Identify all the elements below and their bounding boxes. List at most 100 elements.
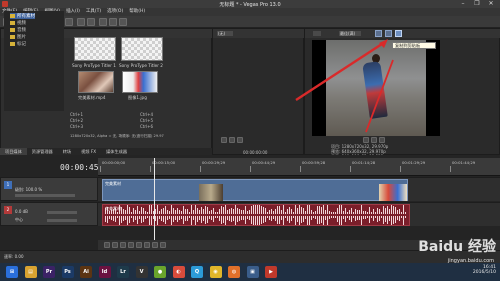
paste-icon[interactable] [65, 18, 73, 26]
waveform-bar [121, 216, 122, 223]
waveform-bar [249, 210, 250, 214]
undo-icon[interactable] [77, 18, 85, 26]
timeline-ruler[interactable]: 00:00:00;00 00:00:15;00 00:00:29;29 00:0… [98, 158, 500, 176]
menu-bar: 文件(F) 编辑(E) 视图(V) 插入(I) 工具(T) 选项(O) 帮助(H… [0, 8, 500, 16]
video-level-slider[interactable] [15, 194, 75, 197]
tree-item-markers[interactable]: 标记 [10, 41, 26, 47]
track-number: 2 [4, 206, 12, 214]
waveform-bar [229, 216, 230, 221]
waveform-bar [329, 211, 330, 214]
video-track-header[interactable]: 1 级别: 100.0 % [0, 177, 98, 201]
playhead-cursor[interactable] [154, 158, 155, 240]
premiere-icon[interactable]: Pr [43, 266, 55, 278]
go-to-start-icon[interactable] [152, 242, 158, 248]
waveform-bar [273, 216, 274, 219]
waveform-bar [359, 210, 360, 214]
qq-icon[interactable]: Q [191, 266, 203, 278]
waveform-bar [275, 216, 276, 221]
preview-stop-icon[interactable] [379, 137, 385, 143]
tab-video-fx[interactable]: 视频 FX [76, 148, 101, 155]
go-to-end-icon[interactable] [160, 242, 166, 248]
audio-pan-slider[interactable] [47, 219, 77, 222]
waveform-bar [313, 216, 314, 218]
help-icon[interactable] [119, 18, 127, 26]
tab-transitions[interactable]: 转场 [58, 148, 76, 155]
menu-insert[interactable]: 插入(I) [66, 8, 80, 16]
app-icon[interactable]: ● [154, 266, 166, 278]
illustrator-icon[interactable]: Ai [80, 266, 92, 278]
waveform-bar [167, 216, 168, 220]
tree-item-images[interactable]: 图片 [10, 34, 26, 40]
video-track-body: 完美素材 [98, 177, 500, 201]
media-thumb-titler2[interactable] [121, 37, 163, 61]
pause-icon[interactable] [136, 242, 142, 248]
waveform-bar [277, 206, 278, 214]
menu-tools[interactable]: 工具(T) [86, 8, 101, 16]
edit-tool-icon[interactable] [99, 18, 107, 26]
ruler-tick [100, 166, 101, 172]
waveform-bar [161, 209, 162, 214]
color-icon[interactable]: ◐ [172, 266, 185, 278]
windows-icon[interactable]: ⊞ [6, 266, 18, 278]
waveform-bar [351, 208, 352, 214]
video-event[interactable]: 完美素材 [102, 179, 408, 201]
menu-options[interactable]: 选项(O) [107, 8, 123, 16]
audio-track-header[interactable]: 2 0.0 dB 中心 [0, 202, 98, 226]
tab-media-generators[interactable]: 媒体生成器 [101, 148, 132, 155]
lightroom-icon[interactable]: Lr [117, 266, 129, 278]
rate-label: 速率: 0.00 [4, 254, 24, 259]
play-from-start-icon[interactable] [120, 242, 126, 248]
tree-item-video[interactable]: 视频 [10, 20, 26, 26]
app3-icon[interactable]: ▶ [265, 266, 277, 278]
preview-pause-icon[interactable] [371, 137, 377, 143]
waveform-bar [239, 216, 240, 221]
waveform-bar [235, 205, 236, 214]
trimmer-play-icon[interactable] [221, 137, 227, 143]
close-button[interactable]: ✕ [484, 0, 498, 8]
tab-explorer[interactable]: 资源管理器 [27, 148, 58, 155]
firefox-icon[interactable]: ◍ [228, 266, 240, 278]
indesign-icon[interactable]: Id [98, 266, 111, 278]
waveform-bar [207, 216, 208, 223]
waveform-bar [231, 208, 232, 214]
media-thumb-video[interactable] [78, 71, 114, 93]
chrome-icon[interactable]: ◉ [209, 266, 222, 278]
photoshop-icon[interactable]: Ps [61, 266, 74, 278]
trimmer-source-dropdown[interactable]: (无) [217, 31, 233, 36]
waveform-bar [297, 216, 298, 222]
audio-volume-slider[interactable] [47, 211, 77, 214]
redo-icon[interactable] [87, 18, 95, 26]
explorer-icon[interactable]: ▤ [24, 266, 37, 278]
media-label-video: 完美素材.mp4 [78, 95, 106, 100]
audio-event[interactable]: 完美素材 [102, 204, 410, 226]
waveform-bar [339, 216, 340, 225]
trimmer-stop-icon[interactable] [229, 137, 235, 143]
waveform-bar [179, 210, 180, 214]
ruler-tick [450, 166, 451, 172]
waveform-bar [295, 216, 296, 225]
envelope-tool-icon[interactable] [109, 18, 117, 26]
vegas-icon[interactable]: V [135, 266, 148, 278]
preview-play-icon[interactable] [363, 137, 369, 143]
loop-icon[interactable] [112, 242, 118, 248]
tab-project-media[interactable]: 项目媒体 [0, 148, 27, 155]
waveform-bar [173, 216, 174, 222]
media-thumb-titler1[interactable] [74, 37, 116, 61]
maximize-button[interactable]: ❐ [470, 0, 484, 8]
stop-icon[interactable] [144, 242, 150, 248]
play-icon[interactable] [128, 242, 134, 248]
waveform-bar [247, 216, 248, 219]
app2-icon[interactable]: ▣ [246, 266, 259, 278]
minimize-button[interactable]: – [456, 0, 470, 8]
media-thumb-image[interactable] [122, 71, 158, 93]
tree-item-audio[interactable]: 音频 [10, 27, 26, 33]
record-icon[interactable] [104, 242, 110, 248]
tree-item-all[interactable]: 所有素材 [10, 13, 35, 19]
waveform-bar [323, 216, 324, 225]
waveform-bar [335, 212, 336, 214]
trimmer-loop-icon[interactable] [237, 137, 243, 143]
media-label-titler1: Sony ProType Titler 1 [72, 63, 116, 68]
waveform-bar [227, 210, 228, 214]
menu-help[interactable]: 帮助(H) [129, 8, 145, 16]
waveform-bar [315, 211, 316, 214]
